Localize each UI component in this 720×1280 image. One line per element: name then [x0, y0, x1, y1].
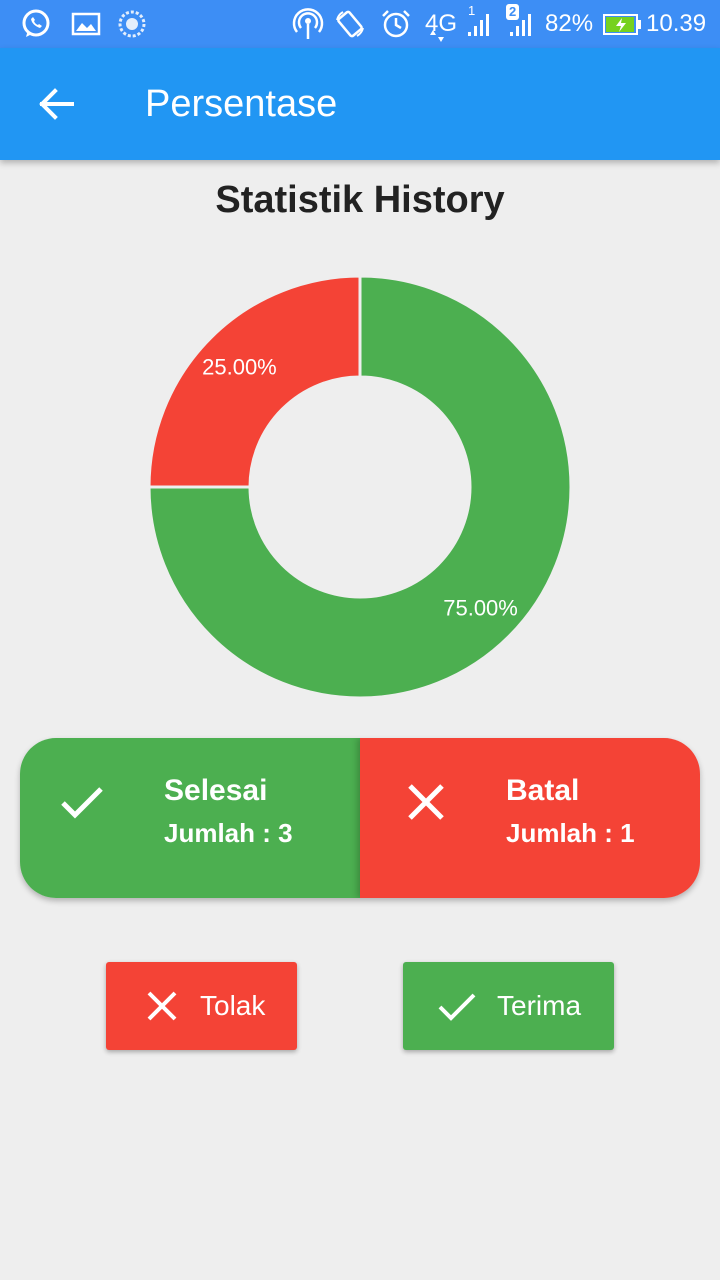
- back-button[interactable]: [28, 76, 84, 132]
- summary-selesai-title: Selesai: [164, 774, 268, 807]
- tolak-label: Tolak: [200, 990, 266, 1021]
- summary-selesai: Selesai Jumlah : 3: [20, 738, 360, 898]
- donut-chart: 75.00% 25.00%: [147, 274, 573, 700]
- chart-title: Statistik History: [215, 179, 505, 221]
- battery-charging-icon: [603, 14, 641, 35]
- status-bar: 4G 1 2 82% 10.39: [0, 0, 720, 48]
- clock: 10.39: [646, 10, 707, 37]
- tolak-button[interactable]: Tolak: [106, 962, 297, 1050]
- donut-slice-batal: [147, 274, 362, 489]
- whatsapp-icon: [22, 9, 50, 37]
- terima-label: Terima: [497, 990, 582, 1021]
- summary-batal: Batal Jumlah : 1: [360, 738, 700, 898]
- close-icon: [408, 784, 444, 820]
- donut-label-batal: 25.00%: [202, 354, 277, 379]
- donut-label-selesai: 75.00%: [443, 596, 518, 621]
- summary-batal-count: Jumlah : 1: [506, 818, 635, 848]
- alarm-icon: [382, 10, 410, 38]
- check-icon: [61, 787, 103, 819]
- sync-icon: [118, 10, 146, 38]
- image-icon: [71, 12, 101, 36]
- hotspot-icon: [292, 8, 324, 39]
- signal-icon: [510, 14, 531, 36]
- check-icon: [438, 993, 476, 1021]
- summary-selesai-count: Jumlah : 3: [164, 818, 293, 848]
- page-title: Persentase: [145, 83, 338, 125]
- summary-card: Selesai Jumlah : 3 Batal Jumlah : 1: [20, 738, 700, 898]
- summary-batal-title: Batal: [506, 774, 580, 807]
- close-icon: [147, 991, 177, 1021]
- arrow-back-icon: [39, 88, 74, 120]
- signal-icon: [468, 14, 489, 36]
- app-bar: Persentase: [0, 48, 720, 160]
- data-arrows-icon: [430, 30, 444, 42]
- rotate-icon: [336, 10, 364, 38]
- battery-percent: 82%: [545, 10, 594, 37]
- terima-button[interactable]: Terima: [403, 962, 614, 1050]
